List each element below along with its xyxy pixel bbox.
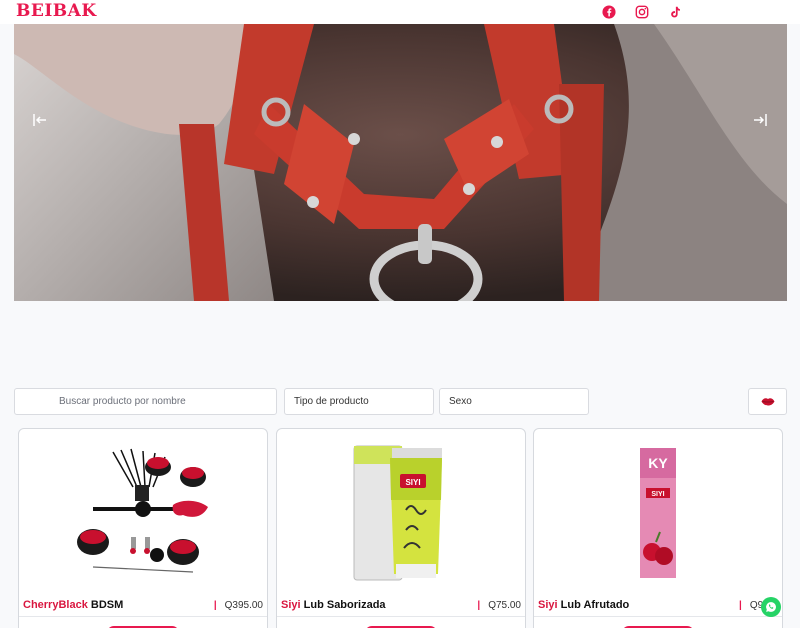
product-type-select[interactable]: Tipo de producto	[284, 388, 434, 415]
facebook-icon[interactable]	[601, 4, 617, 20]
lips-button[interactable]	[748, 388, 787, 415]
product-name: BDSM	[90, 599, 124, 611]
card-divider	[534, 616, 782, 617]
sex-select[interactable]: Sexo	[439, 388, 589, 415]
product-card[interactable]: SIYI Siyi Lub Saborizada | Q75.00	[276, 428, 526, 628]
search-field[interactable]	[14, 388, 277, 415]
product-image[interactable]: SIYI	[277, 429, 525, 595]
product-brand: CherryBlack	[23, 599, 88, 611]
price-value: Q75.00	[488, 600, 521, 611]
product-price: | Q395.00	[213, 600, 263, 611]
product-image[interactable]	[19, 429, 267, 595]
product-price: | Q75.00	[477, 600, 521, 611]
svg-text:KY: KY	[648, 455, 668, 471]
product-image[interactable]: KY SIYI	[534, 429, 782, 595]
tiktok-icon[interactable]	[667, 4, 683, 20]
svg-text:SIYI: SIYI	[651, 491, 664, 498]
product-name: Lub Afrutado	[560, 599, 630, 611]
carousel-prev-button[interactable]	[28, 108, 52, 132]
card-divider	[19, 616, 267, 617]
carousel-next-button[interactable]	[748, 108, 772, 132]
product-title[interactable]: Siyi Lub Afrutado	[538, 599, 629, 611]
instagram-icon[interactable]	[634, 4, 650, 20]
product-brand: Siyi	[538, 599, 558, 611]
whatsapp-button[interactable]	[761, 597, 781, 617]
product-card[interactable]: KY SIYI Siyi Lub Afrutado | Q9	[533, 428, 783, 628]
lips-icon	[761, 398, 774, 406]
top-navbar: BEIBAK	[0, 0, 800, 24]
brand-logo[interactable]: BEIBAK	[16, 1, 97, 21]
price-value: Q395.00	[224, 600, 263, 611]
svg-text:SIYI: SIYI	[405, 478, 420, 487]
product-price: | Q9	[739, 600, 764, 611]
product-card[interactable]: CherryBlack BDSM | Q395.00	[18, 428, 268, 628]
product-title[interactable]: Siyi Lub Saborizada	[281, 599, 386, 611]
product-filters: Tipo de producto Sexo	[0, 388, 800, 415]
product-brand: Siyi	[281, 599, 301, 611]
product-name: Lub Saborizada	[303, 599, 386, 611]
arrow-right-bar-icon	[754, 114, 767, 126]
product-title[interactable]: CherryBlack BDSM	[23, 599, 123, 611]
hero-image	[14, 24, 787, 301]
card-divider	[277, 616, 525, 617]
whatsapp-icon	[766, 602, 776, 612]
hero-carousel	[14, 24, 787, 301]
search-input[interactable]	[59, 396, 259, 407]
arrow-left-bar-icon	[33, 114, 46, 126]
